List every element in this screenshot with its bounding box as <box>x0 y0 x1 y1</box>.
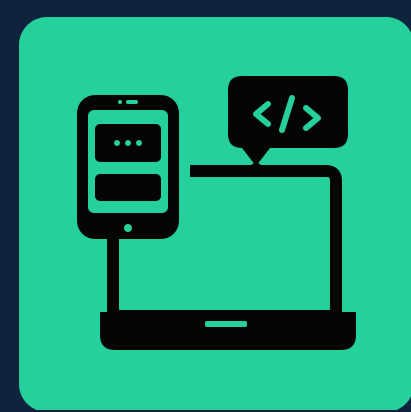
typing-dot <box>114 140 120 146</box>
laptop-trackpad <box>205 321 247 327</box>
phone-home-button <box>124 224 132 232</box>
phone-camera <box>118 100 122 104</box>
phone-content-bar <box>95 174 161 201</box>
smartphone-icon <box>77 95 179 239</box>
laptop-base <box>100 312 356 350</box>
app-development-icon <box>19 17 411 410</box>
typing-dot <box>125 140 131 146</box>
connector-node <box>249 163 263 177</box>
phone-speaker <box>126 100 138 104</box>
typing-dot <box>136 140 142 146</box>
phone-laptop-connector <box>107 236 119 256</box>
